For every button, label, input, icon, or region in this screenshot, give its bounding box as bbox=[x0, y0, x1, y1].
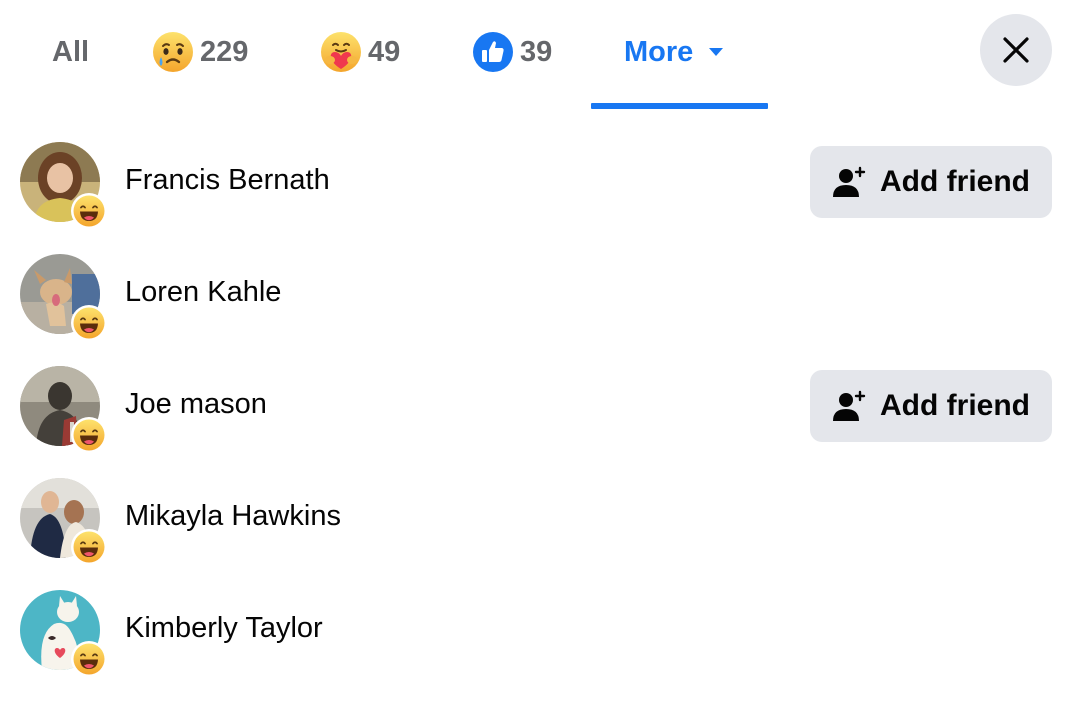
person-name[interactable]: Joe mason bbox=[125, 388, 267, 421]
person-name[interactable]: Kimberly Taylor bbox=[125, 612, 323, 645]
caret-down-icon bbox=[709, 48, 724, 56]
list-item[interactable]: Francis Bernath Add friend bbox=[0, 126, 1084, 238]
close-button[interactable] bbox=[980, 14, 1052, 86]
haha-reaction-icon bbox=[71, 193, 107, 229]
list-item[interactable]: Mikayla Hawkins bbox=[0, 462, 1084, 574]
add-friend-button[interactable]: Add friend bbox=[810, 370, 1052, 442]
add-friend-button[interactable]: Add friend bbox=[810, 146, 1052, 218]
tab-all-label: All bbox=[52, 35, 90, 68]
haha-reaction-icon bbox=[71, 417, 107, 453]
tab-like[interactable]: 39 bbox=[472, 0, 552, 104]
person-name[interactable]: Mikayla Hawkins bbox=[125, 500, 341, 533]
add-person-icon bbox=[833, 390, 866, 421]
person-name[interactable]: Loren Kahle bbox=[125, 276, 281, 309]
tab-sad-count: 229 bbox=[200, 35, 249, 68]
tab-more-label: More bbox=[624, 35, 694, 68]
tab-care-count: 49 bbox=[368, 35, 401, 68]
person-name[interactable]: Francis Bernath bbox=[125, 164, 330, 197]
care-reaction-icon bbox=[321, 32, 361, 72]
list-item[interactable]: Loren Kahle bbox=[0, 238, 1084, 350]
add-friend-label: Add friend bbox=[880, 389, 1030, 422]
like-reaction-icon bbox=[473, 32, 513, 72]
haha-reaction-icon bbox=[71, 641, 107, 677]
reaction-tabs: All 229 49 39 More bbox=[0, 0, 1084, 110]
list-item[interactable]: Joe mason Add friend bbox=[0, 350, 1084, 462]
tab-care[interactable]: 49 bbox=[320, 0, 400, 104]
tab-more[interactable]: More bbox=[624, 0, 725, 104]
add-person-icon bbox=[833, 166, 866, 197]
haha-reaction-icon bbox=[71, 529, 107, 565]
haha-reaction-icon bbox=[71, 305, 107, 341]
close-icon bbox=[1003, 37, 1029, 63]
list-item[interactable]: Kimberly Taylor bbox=[0, 574, 1084, 686]
tab-like-count: 39 bbox=[520, 35, 553, 68]
tab-sad[interactable]: 229 bbox=[152, 0, 248, 104]
sad-reaction-icon bbox=[153, 32, 193, 72]
tab-all[interactable]: All bbox=[52, 0, 89, 104]
active-tab-indicator bbox=[591, 103, 768, 109]
add-friend-label: Add friend bbox=[880, 165, 1030, 198]
